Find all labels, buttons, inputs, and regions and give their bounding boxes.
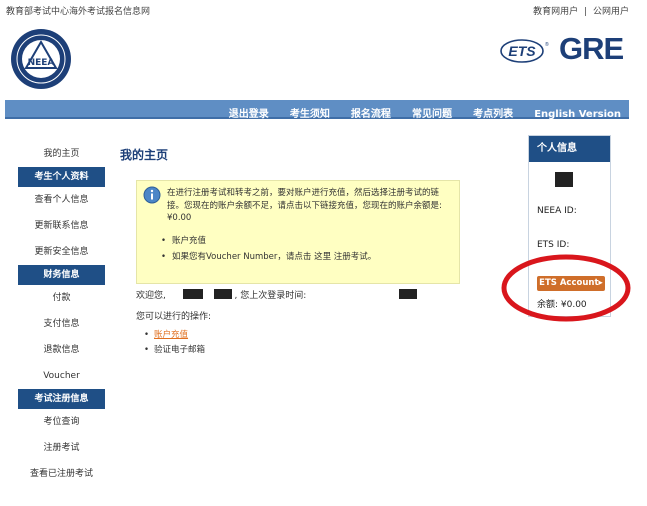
ets-account-button-label: ETS Account xyxy=(539,278,599,288)
redacted-name-2 xyxy=(213,289,232,299)
operation-item-recharge: 账户充值 xyxy=(144,328,205,343)
notice-balance: ¥0.00 xyxy=(167,213,192,223)
notice-text: 在进行注册考试和转考之前，要对账户进行充值，然后选择注册考试的链接。您现在的账户… xyxy=(167,188,442,211)
ets-logo: ETS ® xyxy=(500,39,549,63)
redacted-name-1 xyxy=(182,289,203,299)
gre-logo: GRE xyxy=(559,31,624,66)
neea-id-label: NEEA ID: xyxy=(537,206,577,216)
notice-item-recharge[interactable]: 账户充值 xyxy=(161,233,376,249)
sidebar-section-candidate-profile: 考生个人资料 xyxy=(18,167,105,187)
info-icon xyxy=(143,186,161,204)
svg-text:®: ® xyxy=(545,41,549,48)
site-title: 教育部考试中心海外考试报名信息网 xyxy=(6,7,151,17)
sidebar-item-update-contact[interactable]: 更新联系信息 xyxy=(18,213,105,239)
arrow-right-icon: ▸ xyxy=(598,278,603,288)
notice-list: 账户充值 如果您有Voucher Number，请点击 这里 注册考试。 xyxy=(161,233,376,265)
top-link-edu-user[interactable]: 教育网用户 xyxy=(533,4,578,17)
neea-logo: NEEA xyxy=(11,29,71,89)
page-title: 我的主页 xyxy=(120,148,169,162)
redacted-login-time xyxy=(399,289,418,299)
sidebar-item-register-exam[interactable]: 注册考试 xyxy=(18,435,105,461)
nav-faq[interactable]: 常见问题 xyxy=(412,107,452,122)
welcome-row: 欢迎您, , 您上次登录时间: xyxy=(136,288,418,301)
personal-info-panel: 个人信息 NEEA ID: ETS ID: ETS Account▸ 余额: ¥… xyxy=(528,135,611,317)
last-login-label: , 您上次登录时间: xyxy=(234,291,307,301)
notice-item-voucher[interactable]: 如果您有Voucher Number，请点击 这里 注册考试。 xyxy=(161,249,376,265)
sidebar-item-payment-info[interactable]: 支付信息 xyxy=(18,311,105,337)
neea-logo-text: NEEA xyxy=(28,58,55,68)
sidebar-section-finance: 财务信息 xyxy=(18,265,105,285)
top-links: 教育网用户 | 公网用户 xyxy=(533,4,629,17)
sidebar-item-seat-search[interactable]: 考位查询 xyxy=(18,409,105,435)
sidebar-item-payment[interactable]: 付款 xyxy=(18,285,105,311)
operation-link-verify-email[interactable]: 验证电子邮箱 xyxy=(154,345,205,355)
account-balance: 余额: ¥0.00 xyxy=(537,300,587,310)
sidebar: 我的主页 考生个人资料 查看个人信息 更新联系信息 更新安全信息 财务信息 付款… xyxy=(18,141,105,487)
nav-logout[interactable]: 退出登录 xyxy=(229,107,269,122)
operations-list: 账户充值 验证电子邮箱 xyxy=(144,328,205,358)
main-navbar: 退出登录 考生须知 报名流程 常见问题 考点列表 English Version xyxy=(5,100,629,122)
ets-account-button[interactable]: ETS Account▸ xyxy=(537,276,605,291)
nav-test-center-list[interactable]: 考点列表 xyxy=(473,107,513,122)
sidebar-item-view-profile[interactable]: 查看个人信息 xyxy=(18,187,105,213)
sidebar-item-update-security[interactable]: 更新安全信息 xyxy=(18,239,105,265)
notice-box: 在进行注册考试和转考之前，要对账户进行充值，然后选择注册考试的链接。您现在的账户… xyxy=(136,180,460,284)
ets-logo-text: ETS xyxy=(508,43,536,59)
sidebar-item-my-home[interactable]: 我的主页 xyxy=(18,141,105,167)
sidebar-item-refund-info[interactable]: 退款信息 xyxy=(18,337,105,363)
sidebar-section-exam-registration: 考试注册信息 xyxy=(18,389,105,409)
welcome-prefix: 欢迎您, xyxy=(136,291,166,301)
personal-info-title: 个人信息 xyxy=(529,136,610,162)
sidebar-item-view-registered-exams[interactable]: 查看已注册考试 xyxy=(18,461,105,487)
redacted-avatar xyxy=(555,172,573,187)
operation-item-verify-email: 验证电子邮箱 xyxy=(144,343,205,358)
top-strip: 教育部考试中心海外考试报名信息网 教育网用户 | 公网用户 xyxy=(0,0,647,20)
operation-link-recharge[interactable]: 账户充值 xyxy=(154,330,188,340)
ets-id-label: ETS ID: xyxy=(537,240,570,250)
operations-title: 您可以进行的操作: xyxy=(136,312,212,322)
nav-candidate-notice[interactable]: 考生须知 xyxy=(290,107,330,122)
top-link-separator: | xyxy=(584,7,588,17)
nav-registration-process[interactable]: 报名流程 xyxy=(351,107,391,122)
nav-english-version[interactable]: English Version xyxy=(534,107,621,122)
top-link-public-user[interactable]: 公网用户 xyxy=(593,4,629,17)
sidebar-item-voucher[interactable]: Voucher xyxy=(18,363,105,389)
